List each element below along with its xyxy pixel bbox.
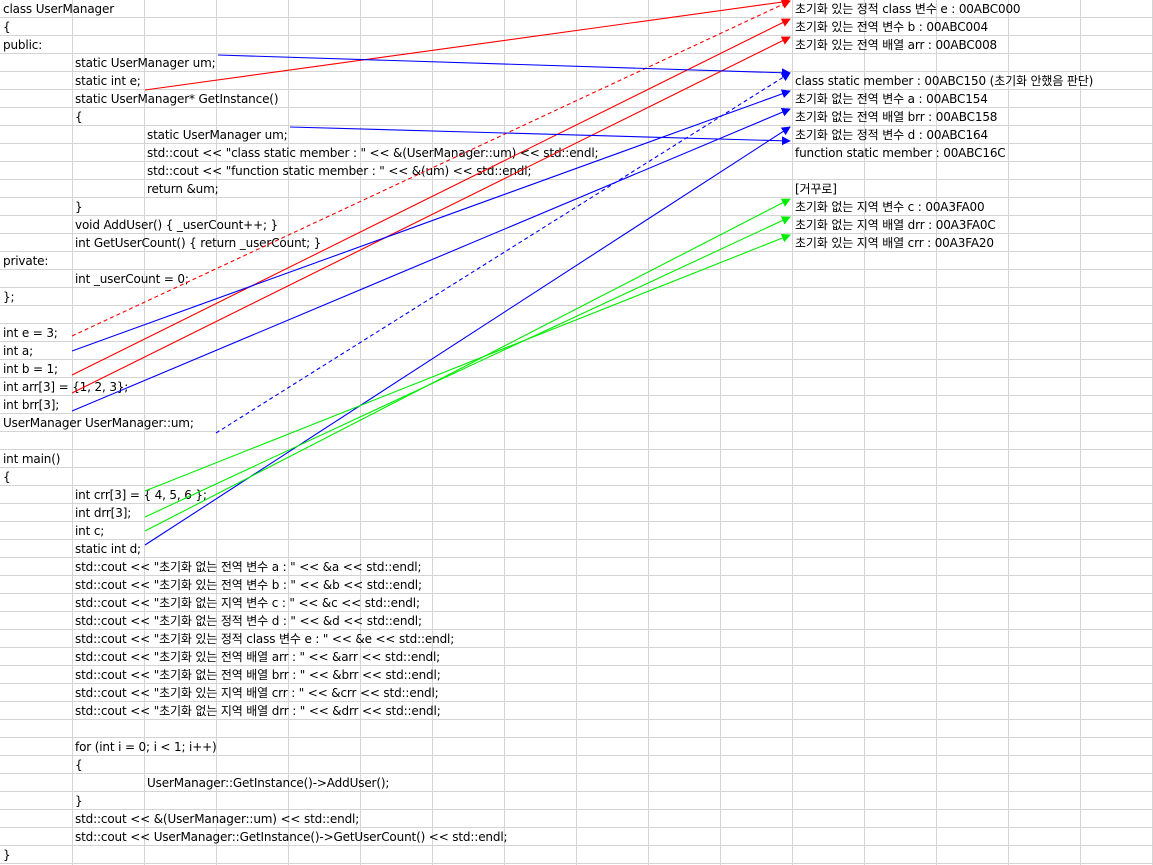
code-line[interactable]: std::cout << "초기화 있는 전역 변수 b : " << &b <… [75,576,422,594]
output-line[interactable]: 초기화 없는 전역 배열 brr : 00ABC158 [795,108,997,126]
output-line[interactable]: class static member : 00ABC150 (초기화 안했음 … [795,72,1093,90]
code-line[interactable]: std::cout << "초기화 있는 정적 class 변수 e : " <… [75,630,454,648]
code-line[interactable]: { [3,468,11,486]
output-line[interactable]: [거꾸로] [795,180,837,198]
code-line[interactable]: int drr[3]; [75,504,131,522]
output-line[interactable]: 초기화 없는 지역 배열 drr : 00A3FA0C [795,216,996,234]
code-line[interactable]: std::cout << "초기화 있는 전역 배열 arr : " << &a… [75,648,440,666]
code-line[interactable]: std::cout << &(UserManager::um) << std::… [75,810,359,828]
code-line[interactable]: } [3,846,11,864]
arrow-static-d [144,126,791,546]
code-line[interactable]: int _userCount = 0; [75,270,189,288]
code-line[interactable]: { [75,756,83,774]
arrow-static-e [144,0,791,91]
output-line[interactable]: 초기화 없는 정적 변수 d : 00ABC164 [795,126,988,144]
code-line[interactable]: int e = 3; [3,324,58,342]
code-line[interactable]: }; [3,288,15,306]
code-line[interactable]: std::cout << "초기화 없는 정적 변수 d : " << &d <… [75,612,422,630]
output-line[interactable]: 초기화 있는 전역 변수 b : 00ABC004 [795,18,988,36]
arrow-local-crr [144,233,791,492]
output-line[interactable]: 초기화 없는 전역 변수 a : 00ABC154 [795,90,988,108]
output-line[interactable]: 초기화 없는 지역 변수 c : 00A3FA00 [795,198,985,216]
code-line[interactable]: int c; [75,522,104,540]
code-line[interactable]: int arr[3] = {1, 2, 3}; [3,378,128,396]
code-line[interactable]: int a; [3,342,33,360]
code-line[interactable]: UserManager UserManager::um; [3,414,194,432]
code-line[interactable]: std::cout << "function static member : "… [147,162,531,180]
code-line[interactable]: int brr[3]; [3,396,59,414]
arrow-class-um [217,54,791,78]
code-line[interactable]: void AddUser() { _userCount++; } [75,216,278,234]
code-line[interactable]: static UserManager um; [75,54,216,72]
arrow-local-drr [144,216,791,518]
code-line[interactable]: std::cout << "class static member : " <<… [147,144,599,162]
code-line[interactable]: int crr[3] = { 4, 5, 6 }; [75,486,207,504]
code-line[interactable]: std::cout << UserManager::GetInstance()-… [75,828,508,846]
output-line[interactable]: 초기화 있는 전역 배열 arr : 00ABC008 [795,36,997,54]
code-line[interactable]: public: [3,36,42,54]
arrow-def-um [215,72,791,434]
arrow-function-um [289,126,791,146]
code-line[interactable]: class UserManager [3,0,114,18]
code-line[interactable]: static UserManager* GetInstance() [75,90,279,108]
code-line[interactable]: int GetUserCount() { return _userCount; … [75,234,321,252]
code-line[interactable]: } [75,792,83,810]
code-line[interactable]: std::cout << "초기화 없는 전역 변수 a : " << &a <… [75,558,422,576]
output-line[interactable]: 초기화 있는 지역 배열 crr : 00A3FA20 [795,234,994,252]
code-line[interactable]: { [75,108,83,126]
code-line[interactable]: static int d; [75,540,141,558]
code-line[interactable]: std::cout << "초기화 있는 지역 배열 crr : " << &c… [75,684,439,702]
code-line[interactable]: static UserManager um; [147,126,288,144]
code-line[interactable]: UserManager::GetInstance()->AddUser(); [147,774,389,792]
code-line[interactable]: { [3,18,11,36]
code-line[interactable]: std::cout << "초기화 없는 지역 변수 c : " << &c <… [75,594,420,612]
code-line[interactable]: return &um; [147,180,219,198]
code-line[interactable]: std::cout << "초기화 없는 전역 배열 brr : " << &b… [75,666,441,684]
code-line[interactable]: } [75,198,83,216]
code-line[interactable]: int b = 1; [3,360,58,378]
output-line[interactable]: function static member : 00ABC16C [795,144,1006,162]
output-line[interactable]: 초기화 있는 정적 class 변수 e : 00ABC000 [795,0,1021,18]
code-line[interactable]: std::cout << "초기화 없는 지역 배열 drr : " << &d… [75,702,441,720]
code-line[interactable]: int main() [3,450,60,468]
code-line[interactable]: private: [3,252,48,270]
code-line[interactable]: for (int i = 0; i < 1; i++) [75,738,217,756]
code-line[interactable]: static int e; [75,72,141,90]
